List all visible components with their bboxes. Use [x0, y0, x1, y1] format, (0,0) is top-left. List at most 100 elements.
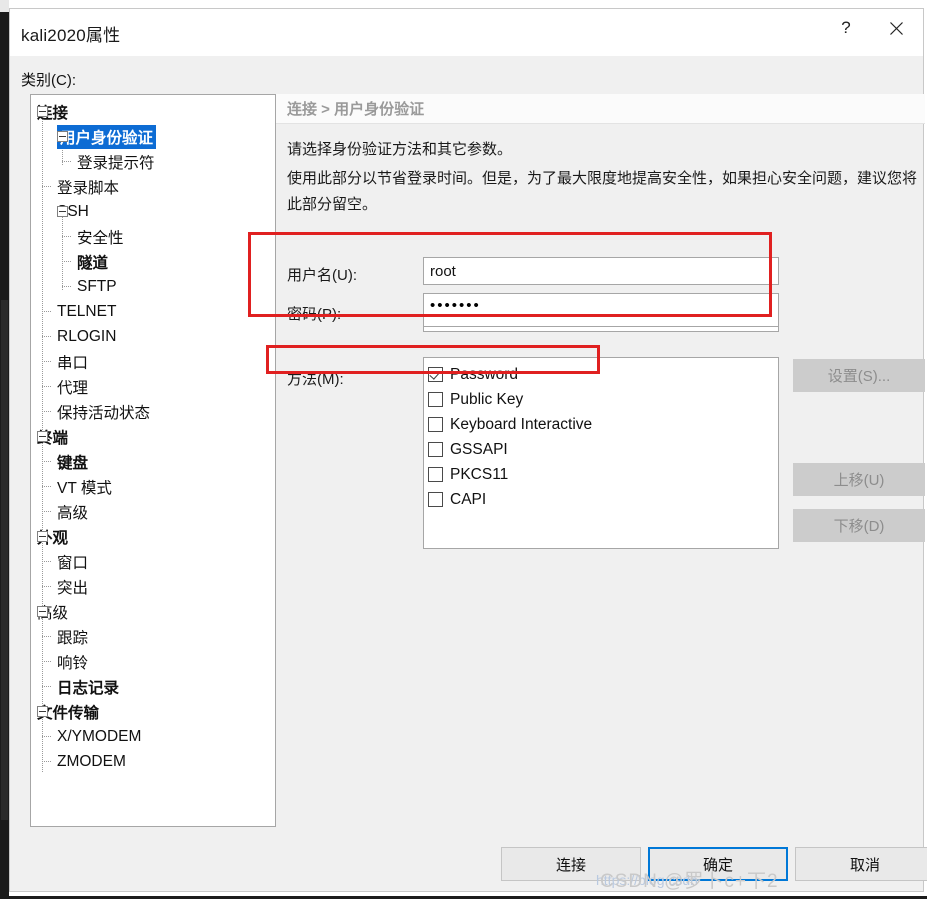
- tree-expander-icon[interactable]: [37, 531, 48, 542]
- tree-item-label: 保持活动状态: [57, 404, 151, 422]
- tree-item-22[interactable]: 响铃: [31, 649, 275, 674]
- cancel-button[interactable]: 取消: [795, 847, 927, 881]
- close-icon: [889, 21, 904, 36]
- tree-item-24[interactable]: 文件传输: [31, 699, 275, 724]
- tree-item-label: 高级: [57, 504, 89, 522]
- method-item-4[interactable]: PKCS11: [428, 462, 778, 487]
- tree-item-14[interactable]: 键盘: [31, 449, 275, 474]
- method-listbox[interactable]: Password Public Key Keyboard Interactive GS…: [423, 357, 779, 549]
- tree-item-26[interactable]: ZMODEM: [31, 749, 275, 774]
- tree-item-label: 登录提示符: [77, 154, 155, 172]
- tree-item-13[interactable]: 终端: [31, 424, 275, 449]
- tree-item-label: 用户身份验证: [57, 124, 157, 149]
- tree-item-23[interactable]: 日志记录: [31, 674, 275, 699]
- category-tree-panel[interactable]: 连接 用户身份验证登录提示符登录脚本 SSH 安全性隧道 SFTP TELNET RLOGI…: [30, 94, 276, 827]
- tree-item-label: 键盘: [57, 454, 89, 472]
- tree-item-17[interactable]: 外观: [31, 524, 275, 549]
- tree-guide-connector: [42, 511, 51, 513]
- tree-guide-connector: [42, 661, 51, 663]
- tree-item-label: 安全性: [77, 229, 124, 247]
- tree-expander-icon[interactable]: [37, 431, 48, 442]
- move-up-button[interactable]: 上移(U): [793, 463, 925, 496]
- tree-guide-connector: [42, 361, 51, 363]
- help-button[interactable]: ?: [823, 9, 869, 47]
- tree-guide-connector: [42, 186, 51, 188]
- tree-item-6[interactable]: 隧道: [31, 249, 275, 274]
- close-button[interactable]: [873, 9, 919, 47]
- tree-item-20[interactable]: 高级: [31, 599, 275, 624]
- tree-item-1[interactable]: 用户身份验证: [31, 124, 275, 149]
- settings-button[interactable]: 设置(S)...: [793, 359, 925, 392]
- tree-item-21[interactable]: 跟踪: [31, 624, 275, 649]
- tree-item-label: 登录脚本: [57, 179, 120, 197]
- properties-dialog: kali2020属性 ? 类别(C): 连接 用户身份验证 登录提示符 登录脚本 SSH…: [9, 8, 927, 892]
- username-value: root: [430, 262, 456, 280]
- tree-item-16[interactable]: 高级: [31, 499, 275, 524]
- tree-item-15[interactable]: VT 模式: [31, 474, 275, 499]
- method-item-0[interactable]: Password: [428, 362, 778, 387]
- tree-item-12[interactable]: 保持活动状态: [31, 399, 275, 424]
- tree-item-label: SFTP: [77, 277, 117, 295]
- tree-guide-connector: [42, 461, 51, 463]
- tree-item-label: RLOGIN: [57, 327, 117, 345]
- method-item-5[interactable]: CAPI: [428, 487, 778, 512]
- method-item-label: Public Key: [450, 390, 524, 408]
- method-item-2[interactable]: Keyboard Interactive: [428, 412, 778, 437]
- method-item-1[interactable]: Public Key: [428, 387, 778, 412]
- tree-guide-connector: [42, 386, 51, 388]
- checkbox-checked-icon[interactable]: [428, 367, 443, 382]
- move-down-button[interactable]: 下移(D): [793, 509, 925, 542]
- tree-item-5[interactable]: 安全性: [31, 224, 275, 249]
- tree-item-2[interactable]: 登录提示符: [31, 149, 275, 174]
- tree-expander-icon[interactable]: [57, 206, 68, 217]
- category-tree[interactable]: 连接 用户身份验证登录提示符登录脚本 SSH 安全性隧道 SFTP TELNET RLOGI…: [31, 95, 275, 774]
- tree-item-11[interactable]: 代理: [31, 374, 275, 399]
- username-input[interactable]: root: [423, 257, 779, 285]
- method-item-3[interactable]: GSSAPI: [428, 437, 778, 462]
- move-down-button-label: 下移(D): [833, 518, 885, 535]
- tree-guide-connector: [42, 761, 51, 763]
- tree-guide-connector: [42, 311, 51, 313]
- tree-item-label: VT 模式: [57, 479, 112, 497]
- background-app-terminal-area: [1, 300, 8, 820]
- tree-item-label: X/YMODEM: [57, 727, 142, 745]
- tree-item-8[interactable]: TELNET: [31, 299, 275, 324]
- window-title: kali2020属性: [21, 26, 121, 45]
- checkbox-unchecked-icon[interactable]: [428, 392, 443, 407]
- tree-expander-icon[interactable]: [37, 606, 48, 617]
- checkbox-unchecked-icon[interactable]: [428, 442, 443, 457]
- tree-guide-connector: [42, 736, 51, 738]
- tree-guide-connector: [42, 636, 51, 638]
- tree-item-label: 响铃: [57, 654, 89, 672]
- connect-button-label: 连接: [555, 856, 586, 874]
- tree-item-9[interactable]: RLOGIN: [31, 324, 275, 349]
- password-input[interactable]: •••••••: [423, 293, 779, 327]
- checkbox-unchecked-icon[interactable]: [428, 467, 443, 482]
- tree-expander-icon[interactable]: [57, 131, 68, 142]
- checkbox-unchecked-icon[interactable]: [428, 492, 443, 507]
- tree-item-25[interactable]: X/YMODEM: [31, 724, 275, 749]
- tree-guide-connector: [42, 686, 51, 688]
- tree-item-7[interactable]: SFTP: [31, 274, 275, 299]
- checkbox-unchecked-icon[interactable]: [428, 417, 443, 432]
- password-label: 密码(P):: [287, 306, 342, 323]
- method-label: 方法(M):: [287, 371, 344, 388]
- tree-item-label: ZMODEM: [57, 752, 126, 770]
- tree-expander-icon[interactable]: [37, 106, 48, 117]
- category-label: 类别(C):: [21, 72, 76, 89]
- method-item-label: Password: [450, 365, 519, 383]
- tree-item-3[interactable]: 登录脚本: [31, 174, 275, 199]
- tree-expander-icon[interactable]: [37, 706, 48, 717]
- tree-item-18[interactable]: 窗口: [31, 549, 275, 574]
- tree-guide-connector: [42, 336, 51, 338]
- password-value: •••••••: [430, 297, 481, 314]
- tree-item-19[interactable]: 突出: [31, 574, 275, 599]
- description-line-1: 请选择身份验证方法和其它参数。: [287, 141, 513, 158]
- settings-button-label: 设置(S)...: [827, 368, 891, 385]
- tree-item-label: TELNET: [57, 302, 117, 320]
- tree-item-0[interactable]: 连接: [31, 99, 275, 124]
- tree-item-4[interactable]: SSH: [31, 199, 275, 224]
- tree-guide-connector: [42, 586, 51, 588]
- tree-item-10[interactable]: 串口: [31, 349, 275, 374]
- method-item-label: Keyboard Interactive: [450, 415, 593, 433]
